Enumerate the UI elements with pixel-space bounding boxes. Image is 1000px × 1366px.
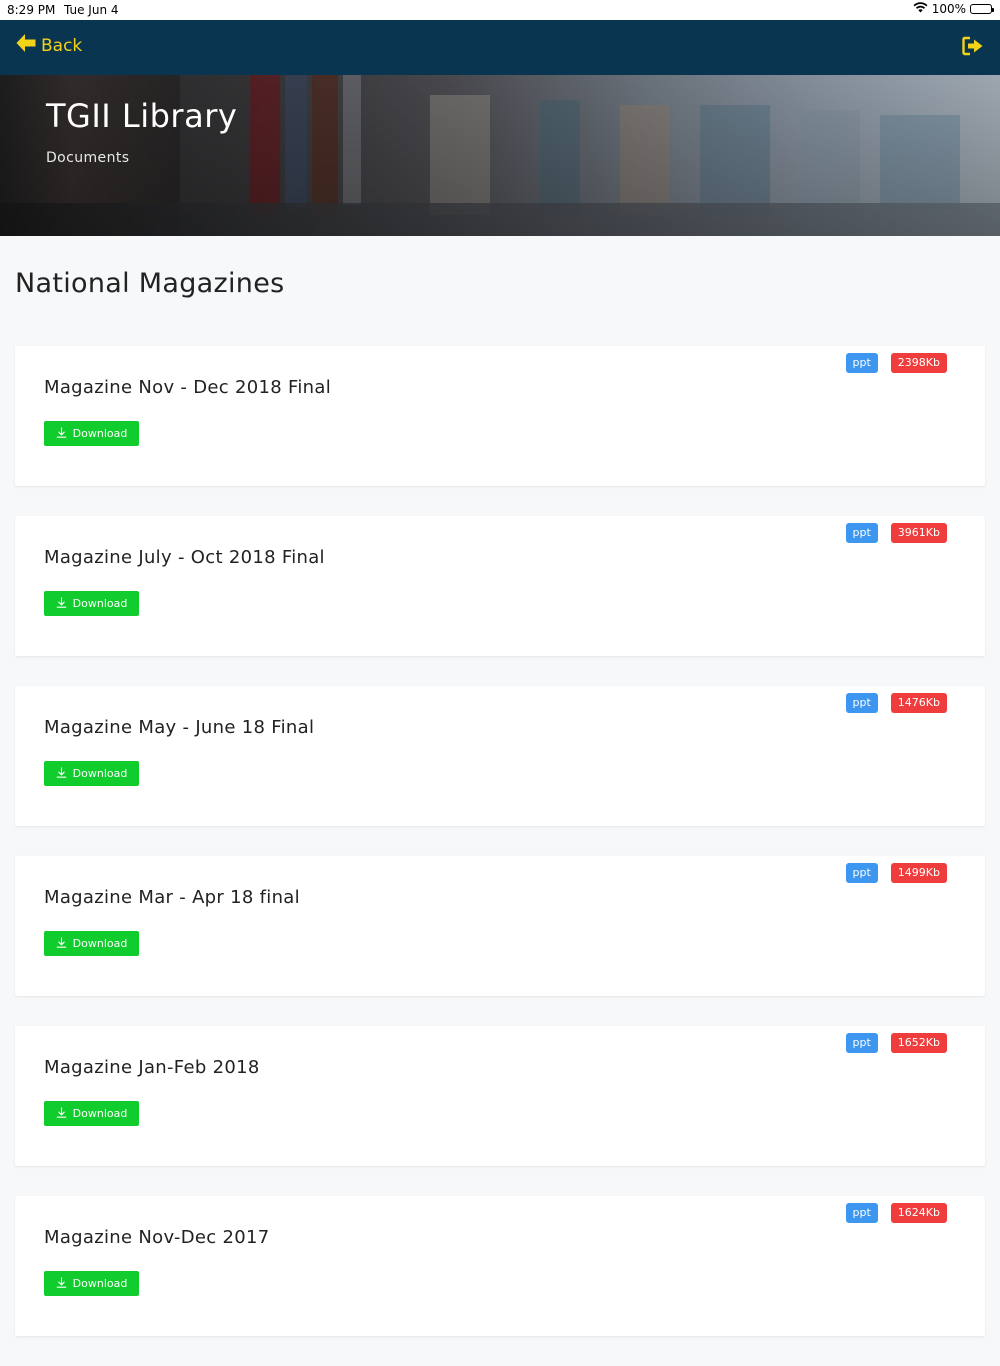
download-label: Download <box>72 937 128 950</box>
download-button[interactable]: Download <box>44 591 139 616</box>
document-badges: ppt 2398Kb <box>845 353 947 373</box>
download-label: Download <box>72 1277 128 1290</box>
download-button[interactable]: Download <box>44 931 139 956</box>
nav-bar: Back <box>0 20 1000 75</box>
file-type-badge: ppt <box>845 863 878 883</box>
document-card: ppt 2398Kb Magazine Nov - Dec 2018 Final… <box>15 346 985 486</box>
file-size-badge: 2398Kb <box>890 353 947 373</box>
hero-banner: TGII Library Documents <box>0 75 1000 236</box>
document-title: Magazine Mar - Apr 18 final <box>44 887 300 908</box>
document-badges: ppt 1476Kb <box>845 693 947 713</box>
file-type-badge: ppt <box>845 523 878 543</box>
download-icon <box>56 427 67 441</box>
document-card: ppt 1476Kb Magazine May - June 18 Final … <box>15 686 985 826</box>
download-icon <box>56 937 67 951</box>
document-badges: ppt 1499Kb <box>845 863 947 883</box>
wifi-icon <box>913 2 928 16</box>
document-badges: ppt 1652Kb <box>845 1033 947 1053</box>
download-icon <box>56 597 67 611</box>
file-size-badge: 3961Kb <box>890 523 947 543</box>
back-label: Back <box>41 35 83 56</box>
document-list: ppt 2398Kb Magazine Nov - Dec 2018 Final… <box>15 346 985 1366</box>
status-time: 8:29 PM <box>7 3 56 17</box>
status-date: Tue Jun 4 <box>64 3 119 17</box>
file-type-badge: ppt <box>845 1203 878 1223</box>
document-card: ppt 1652Kb Magazine Jan-Feb 2018 Downloa… <box>15 1026 985 1166</box>
download-label: Download <box>72 597 128 610</box>
section-title: National Magazines <box>15 268 285 299</box>
logout-button[interactable] <box>962 36 984 60</box>
document-card: ppt 3961Kb Magazine July - Oct 2018 Fina… <box>15 516 985 656</box>
download-icon <box>56 1277 67 1291</box>
document-title: Magazine May - June 18 Final <box>44 717 315 738</box>
download-button[interactable]: Download <box>44 421 139 446</box>
download-button[interactable]: Download <box>44 1271 139 1296</box>
back-button[interactable]: Back <box>15 32 82 59</box>
document-title: Magazine Jan-Feb 2018 <box>44 1057 260 1078</box>
file-size-badge: 1652Kb <box>890 1033 947 1053</box>
status-right: 100% <box>913 2 994 16</box>
document-badges: ppt 1624Kb <box>845 1203 947 1223</box>
document-badges: ppt 3961Kb <box>845 523 947 543</box>
page-title: TGII Library <box>46 97 238 135</box>
document-title: Magazine July - Oct 2018 Final <box>44 547 325 568</box>
download-label: Download <box>72 767 128 780</box>
sign-out-icon <box>962 36 984 60</box>
file-type-badge: ppt <box>845 353 878 373</box>
battery-icon <box>970 4 994 14</box>
download-button[interactable]: Download <box>44 761 139 786</box>
file-size-badge: 1624Kb <box>890 1203 947 1223</box>
file-type-badge: ppt <box>845 1033 878 1053</box>
download-label: Download <box>72 1107 128 1120</box>
file-size-badge: 1499Kb <box>890 863 947 883</box>
file-type-badge: ppt <box>845 693 878 713</box>
document-title: Magazine Nov-Dec 2017 <box>44 1227 270 1248</box>
download-label: Download <box>72 427 128 440</box>
document-card: ppt 1499Kb Magazine Mar - Apr 18 final D… <box>15 856 985 996</box>
file-size-badge: 1476Kb <box>890 693 947 713</box>
status-bar: 8:29 PM Tue Jun 4 100% <box>0 0 1000 20</box>
download-icon <box>56 1107 67 1121</box>
download-button[interactable]: Download <box>44 1101 139 1126</box>
page-subtitle: Documents <box>46 150 130 166</box>
battery-percent: 100% <box>931 2 966 16</box>
document-card: ppt 1624Kb Magazine Nov-Dec 2017 Downloa… <box>15 1196 985 1336</box>
arrow-left-icon <box>15 32 37 59</box>
document-title: Magazine Nov - Dec 2018 Final <box>44 377 332 398</box>
download-icon <box>56 767 67 781</box>
